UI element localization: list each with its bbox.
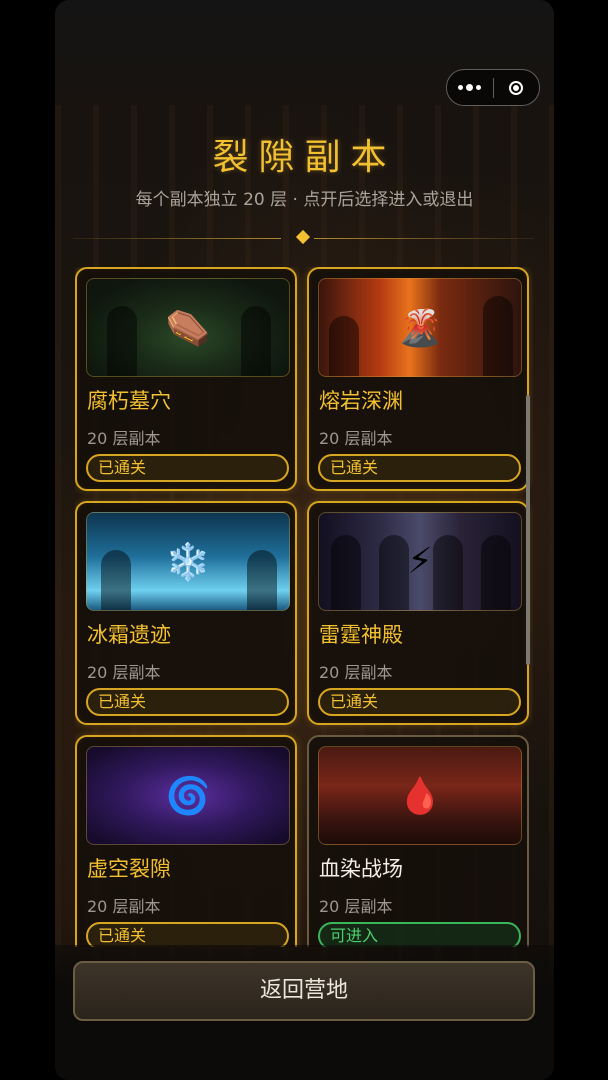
blood-drop-icon: 🩸 [397,775,443,817]
dungeon-floors: 20 层副本 [319,663,393,682]
page-subtitle: 每个副本独立 20 层 · 点开后选择进入或退出 [135,190,474,210]
target-circle-icon [509,80,524,95]
scrollbar[interactable] [526,395,530,665]
dungeon-grid: ⚰️ 腐朽墓穴 20 层副本 已通关 🌋 熔岩深渊 20 层副本 已通关 ❄️ [75,267,533,947]
divider-left [73,238,281,239]
status-badge: 已通关 [86,922,289,947]
dungeon-thumbnail: ❄️ [86,512,290,611]
dungeon-name: 雷霆神殿 [319,623,403,647]
dungeon-card-bloody-battlefield[interactable]: 🩸 血染战场 20 层副本 可进入 [307,735,529,947]
dungeon-name: 冰霜遗迹 [87,623,171,647]
dungeon-card-thunder-temple[interactable]: ⚡ 雷霆神殿 20 层副本 已通关 [307,501,529,725]
dungeon-thumbnail: ⚰️ [86,278,290,377]
dungeon-thumbnail: ⚡ [318,512,522,611]
dungeon-thumbnail: 🩸 [318,746,522,845]
dungeon-floors: 20 层副本 [87,429,161,448]
dungeon-floors: 20 层副本 [319,897,393,916]
dungeon-name: 熔岩深渊 [319,389,403,413]
dungeon-thumbnail: 🌀 [86,746,290,845]
divider-right [314,238,534,239]
dungeon-floors: 20 层副本 [87,897,161,916]
status-badge: 已通关 [86,454,289,482]
dungeon-name: 血染战场 [319,857,403,881]
dungeon-name: 虚空裂隙 [87,857,171,881]
dungeon-card-frost-ruins[interactable]: ❄️ 冰霜遗迹 20 层副本 已通关 [75,501,297,725]
dungeon-card-void-rift[interactable]: 🌀 虚空裂隙 20 层副本 已通关 [75,735,297,947]
more-button[interactable] [447,70,493,105]
status-badge: 已通关 [318,688,521,716]
volcano-icon: 🌋 [397,307,443,349]
snowflake-icon: ❄️ [165,541,211,583]
dungeon-thumbnail: 🌋 [318,278,522,377]
close-miniprogram-button[interactable] [494,70,540,105]
status-badge: 已通关 [86,688,289,716]
page-title: 裂隙副本 [212,137,397,178]
dungeon-floors: 20 层副本 [87,663,161,682]
miniprogram-capsule [446,69,540,106]
coffin-icon: ⚰️ [165,307,211,349]
swirl-icon: 🌀 [165,775,211,817]
dungeon-card-rotting-crypt[interactable]: ⚰️ 腐朽墓穴 20 层副本 已通关 [75,267,297,491]
dungeon-name: 腐朽墓穴 [87,389,171,413]
more-dots-icon [458,84,482,91]
dungeon-floors: 20 层副本 [319,429,393,448]
lightning-icon: ⚡ [407,541,433,582]
back-to-camp-button[interactable]: 返回营地 [73,961,535,1021]
phone-frame: 裂隙副本 每个副本独立 20 层 · 点开后选择进入或退出 ⚰️ 腐朽墓穴 20… [55,0,554,1080]
status-badge: 已通关 [318,454,521,482]
status-badge: 可进入 [318,922,521,947]
dungeon-card-lava-abyss[interactable]: 🌋 熔岩深渊 20 层副本 已通关 [307,267,529,491]
